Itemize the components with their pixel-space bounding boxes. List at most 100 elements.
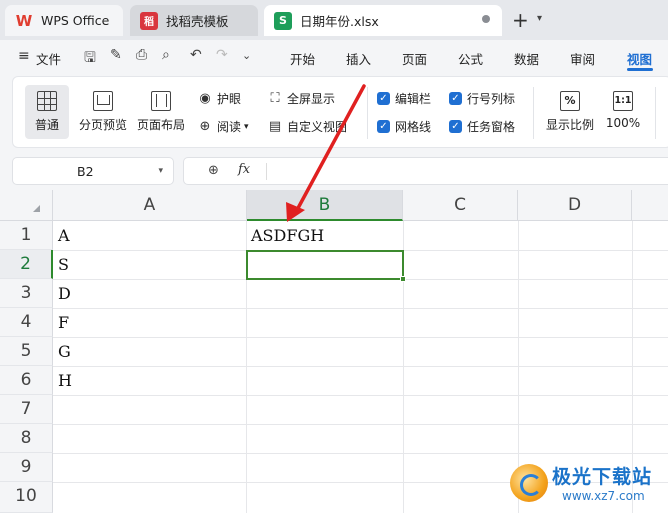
row-header-6[interactable]: 6	[0, 366, 53, 395]
eye-protection-button[interactable]: ◉ 护眼	[197, 90, 241, 107]
row-header-1[interactable]: 1	[0, 221, 53, 250]
row-header-4[interactable]: 4	[0, 308, 53, 337]
zoom-icon[interactable]: ⊕	[208, 163, 219, 178]
row-header-7[interactable]: 7	[0, 395, 53, 424]
checkbox-label: 网格线	[395, 120, 432, 134]
button-label: 自定义视图	[287, 120, 348, 134]
chevron-down-icon[interactable]: ▾	[158, 166, 163, 176]
quick-access-dropdown-icon[interactable]: ⌄	[242, 49, 251, 62]
tab-insert[interactable]: 插入	[346, 49, 371, 68]
page-layout-button[interactable]: 页面布局	[133, 85, 189, 133]
zoom-ratio-button[interactable]: % 显示比例	[545, 85, 595, 133]
column-header-b[interactable]: B	[247, 190, 403, 221]
row-header-9[interactable]: 9	[0, 453, 53, 482]
tab-review[interactable]: 审阅	[570, 49, 595, 68]
column-header-a[interactable]: A	[53, 190, 247, 221]
chevron-down-icon: ▾	[244, 121, 249, 132]
column-header-c[interactable]: C	[403, 190, 518, 221]
actual-size-icon: 1:1	[613, 91, 633, 111]
check-icon: ✓	[377, 92, 390, 105]
custom-view-button[interactable]: ▤ 自定义视图	[267, 118, 347, 135]
save-icon[interactable]: 🖫	[84, 47, 96, 71]
cell-a3[interactable]: D	[53, 279, 71, 308]
select-all-icon	[33, 205, 40, 212]
watermark-url: www.xz7.com	[562, 489, 645, 503]
format-painter-icon[interactable]: ✎	[110, 47, 122, 63]
zoom-100-button[interactable]: 1:1 100%	[603, 85, 643, 130]
tab-home[interactable]: 开始	[290, 49, 315, 68]
checkbox-label: 行号列标	[467, 92, 516, 106]
menu-bar: ≡ 文件 🖫 ✎ ⎙ ⌕ ↶ ↷ ⌄ 开始 插入 页面 公式 数据 审阅 视图	[0, 40, 668, 72]
task-pane-checkbox[interactable]: ✓ 任务窗格	[449, 118, 515, 135]
formula-input[interactable]: ⊕ fx	[183, 157, 668, 185]
site-watermark: 极光下载站 www.xz7.com	[510, 462, 665, 510]
grid-icon	[37, 91, 57, 111]
headings-checkbox[interactable]: ✓ 行号列标	[449, 90, 515, 107]
cell-a4[interactable]: F	[53, 308, 69, 337]
formula-bar-checkbox[interactable]: ✓ 编辑栏	[377, 90, 431, 107]
row-header-2[interactable]: 2	[0, 250, 53, 279]
crosshair-icon: ⊕	[199, 119, 211, 134]
reading-mode-button[interactable]: ⊕ 阅读 ▾	[197, 118, 249, 135]
eye-icon: ◉	[199, 91, 211, 106]
gridline	[53, 337, 668, 338]
tab-page[interactable]: 页面	[402, 49, 427, 68]
watermark-title: 极光下载站	[552, 466, 653, 488]
ribbon-divider	[655, 87, 656, 139]
tab-active-file[interactable]: S 日期年份.xlsx	[264, 5, 502, 36]
normal-view-button[interactable]: 普通	[25, 85, 69, 139]
tab-data[interactable]: 数据	[514, 49, 539, 68]
undo-icon[interactable]: ↶	[190, 47, 202, 63]
new-tab-plus-icon[interactable]: +	[512, 8, 529, 32]
cell-a5[interactable]: G	[53, 337, 71, 366]
row-header-8[interactable]: 8	[0, 424, 53, 453]
ribbon-divider	[367, 87, 368, 139]
row-header-10[interactable]: 10	[0, 482, 53, 513]
name-box[interactable]: B2 ▾	[12, 157, 174, 185]
tab-label: 找稻壳模板	[166, 14, 229, 29]
button-label: 护眼	[217, 92, 242, 106]
active-cell-b2[interactable]	[246, 250, 406, 282]
fx-icon[interactable]: fx	[238, 162, 250, 177]
column-header-d[interactable]: D	[518, 190, 632, 221]
fill-handle[interactable]	[400, 276, 406, 282]
print-icon[interactable]: ⎙	[136, 47, 147, 63]
tab-label: 日期年份.xlsx	[300, 14, 379, 29]
button-label: 分页预览	[78, 118, 127, 132]
ribbon-divider	[533, 87, 534, 139]
checkbox-label: 编辑栏	[395, 92, 432, 106]
menu-file[interactable]: 文件	[36, 49, 61, 68]
print-preview-icon[interactable]: ⌕	[162, 47, 170, 63]
select-all-corner[interactable]	[0, 190, 53, 221]
column-header-overflow[interactable]	[632, 190, 668, 221]
tab-templates[interactable]: 稻 找稻壳模板	[130, 5, 258, 36]
ribbon-view: 普通 分页预览 页面布局 ◉ 护眼 ⊕ 阅读 ▾ ⛶ 全屏显示 ▤ 自定义视图	[12, 76, 668, 148]
tab-view[interactable]: 视图	[627, 49, 652, 68]
cell-a1[interactable]: A	[53, 221, 70, 250]
tab-strip: W WPS Office 稻 找稻壳模板 S 日期年份.xlsx + ▾	[0, 0, 668, 40]
full-screen-button[interactable]: ⛶ 全屏显示	[267, 90, 335, 107]
button-label: 阅读	[217, 120, 242, 134]
page-layout-icon	[151, 91, 171, 111]
name-box-value: B2	[77, 164, 94, 179]
page-break-preview-button[interactable]: 分页预览	[75, 85, 131, 133]
active-tab-indicator	[627, 68, 653, 71]
button-label: 全屏显示	[287, 92, 336, 106]
row-header-3[interactable]: 3	[0, 279, 53, 308]
wps-logo-icon: W	[15, 11, 33, 30]
unsaved-dot-icon[interactable]	[482, 15, 490, 23]
tab-formula[interactable]: 公式	[458, 49, 483, 68]
gridlines-checkbox[interactable]: ✓ 网格线	[377, 118, 431, 135]
check-icon: ✓	[449, 92, 462, 105]
button-label: 100%	[605, 116, 641, 130]
tab-label: WPS Office	[41, 13, 110, 28]
tab-wps-office[interactable]: W WPS Office	[5, 5, 123, 36]
cell-b1[interactable]: ASDFGH	[246, 221, 324, 250]
hamburger-icon[interactable]: ≡	[18, 48, 30, 64]
chevron-down-icon[interactable]: ▾	[537, 13, 542, 24]
gridline	[53, 424, 668, 425]
cell-a2[interactable]: S	[53, 250, 69, 279]
cell-a6[interactable]: H	[53, 366, 72, 395]
redo-icon[interactable]: ↷	[216, 47, 228, 63]
row-header-5[interactable]: 5	[0, 337, 53, 366]
